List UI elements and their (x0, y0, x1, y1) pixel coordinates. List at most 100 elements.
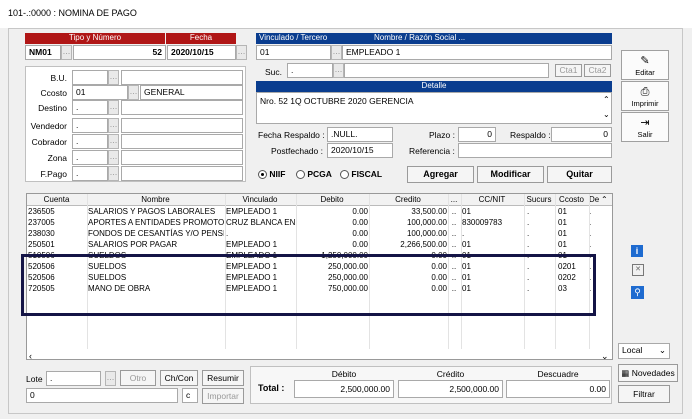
cell-ccosto[interactable]: 01 (558, 217, 588, 228)
cell-vinculado[interactable]: EMPLEADO 1 (226, 250, 295, 261)
zona-lookup-button[interactable]: … (108, 150, 119, 165)
col-dots[interactable]: ... (448, 194, 460, 205)
cell-cuenta[interactable]: 250501 (28, 239, 86, 250)
cell-ccnit[interactable]: . (462, 228, 523, 239)
table-row[interactable]: 236505 SALARIOS Y PAGOS LABORALES EMPLEADO… (27, 206, 599, 217)
cell-debito[interactable]: 0.00 (296, 239, 368, 250)
cell-credito[interactable]: 100,000.00 (369, 228, 447, 239)
cell-dots[interactable]: .. (448, 283, 460, 294)
cell-credito[interactable]: 0.00 (369, 261, 447, 272)
editar-button[interactable]: ✎ Editar (621, 50, 669, 80)
scroll-down-icon[interactable]: ⌄ (603, 110, 610, 119)
vinculado-field[interactable]: 01 (256, 45, 331, 60)
cell-de[interactable]: . (589, 261, 599, 272)
cell-ccosto[interactable]: 01 (558, 250, 588, 261)
table-row[interactable]: 720505 MANO DE OBRA EMPLEADO 1 750,000.00 0.… (27, 283, 599, 294)
close-box-icon[interactable]: ✕ (632, 264, 644, 276)
cell-credito[interactable]: 0.00 (369, 250, 447, 261)
lote-field[interactable]: . (46, 371, 101, 386)
cell-ccosto[interactable]: 01 (558, 228, 588, 239)
cell-de[interactable]: . (589, 272, 599, 283)
cell-vinculado[interactable]: EMPLEADO 1 (226, 283, 295, 294)
table-row[interactable]: 250501 SALARIOS POR PAGAR EMPLEADO 1 0.00 2,… (27, 239, 599, 250)
cell-nombre[interactable]: SALARIOS Y PAGOS LABORALES (88, 206, 224, 217)
nombre-field[interactable]: EMPLEADO 1 (342, 45, 612, 60)
salir-button[interactable]: ⇥ Salir (621, 112, 669, 142)
cell-vinculado[interactable]: CRUZ BLANCA EN (226, 217, 295, 228)
col-ccnit[interactable]: CC/NIT (461, 194, 523, 205)
cell-nombre[interactable]: SUELDOS (88, 250, 224, 261)
cell-debito[interactable]: 0.00 (296, 217, 368, 228)
modificar-button[interactable]: Modificar (477, 166, 544, 183)
cell-ccnit[interactable]: 01 (462, 239, 523, 250)
cell-sucurs[interactable]: . (527, 283, 554, 294)
tipo-field[interactable]: NM01 (25, 45, 61, 60)
cell-credito[interactable]: 100,000.00 (369, 217, 447, 228)
cell-cuenta[interactable]: 520506 (28, 261, 86, 272)
cell-debito[interactable]: 0.00 (296, 228, 368, 239)
cobrador-field[interactable]: . (72, 134, 108, 149)
zona-field[interactable]: . (72, 150, 108, 165)
col-sucurs[interactable]: Sucurs (524, 194, 554, 205)
cell-ccnit[interactable]: 01 (462, 283, 523, 294)
cell-de[interactable]: . (589, 217, 599, 228)
cell-debito[interactable]: 0.00 (296, 206, 368, 217)
c-field[interactable]: c (182, 388, 198, 403)
cell-credito[interactable]: 33,500.00 (369, 206, 447, 217)
cell-sucurs[interactable]: . (527, 217, 554, 228)
cell-nombre[interactable]: APORTES A ENTIDADES PROMOTO (88, 217, 224, 228)
fecha-picker-button[interactable]: … (236, 45, 247, 60)
suc-lookup-button[interactable]: … (333, 63, 344, 78)
table-row[interactable]: 238030 FONDOS DE CESANTÍAS Y/O PENSI. 0.00… (27, 228, 599, 239)
col-debito[interactable]: Debito (296, 194, 368, 205)
grid-scroll-left-icon[interactable]: ‹ (29, 351, 32, 359)
pcga-radio[interactable]: PCGA (296, 169, 332, 180)
fiscal-radio[interactable]: FISCAL (340, 169, 382, 180)
fpago-field[interactable]: . (72, 166, 108, 181)
cell-cuenta[interactable]: 236505 (28, 206, 86, 217)
vendedor-lookup-button[interactable]: … (108, 118, 119, 133)
cell-nombre[interactable]: SUELDOS (88, 272, 224, 283)
otro-button[interactable]: Otro (120, 370, 156, 386)
table-row[interactable]: 237005 APORTES A ENTIDADES PROMOTO CRUZ BL… (27, 217, 599, 228)
cell-sucurs[interactable]: . (527, 239, 554, 250)
cell-cuenta[interactable]: 720505 (28, 283, 86, 294)
lote-lookup-button[interactable]: … (105, 371, 116, 386)
col-credito[interactable]: Credito (369, 194, 447, 205)
grid-scroll-up-icon[interactable]: ⌃ (601, 194, 611, 205)
scroll-up-icon[interactable]: ⌃ (603, 95, 610, 104)
cobrador-lookup-button[interactable]: … (108, 134, 119, 149)
cell-sucurs[interactable]: . (527, 206, 554, 217)
grid-scroll-down-icon[interactable]: ⌄ (601, 351, 609, 359)
vinculado-lookup-button[interactable]: … (331, 45, 342, 60)
cell-ccosto[interactable]: 01 (558, 239, 588, 250)
quitar-button[interactable]: Quitar (547, 166, 612, 183)
local-select[interactable]: Local ⌄ (618, 343, 670, 359)
cell-vinculado[interactable]: . (226, 228, 295, 239)
cell-dots[interactable]: .. (448, 272, 460, 283)
cell-dots[interactable]: .. (448, 261, 460, 272)
cell-dots[interactable]: .. (448, 217, 460, 228)
detalle-textarea[interactable]: Nro. 52 1Q OCTUBRE 2020 GERENCIA (256, 92, 612, 124)
filtrar-button[interactable]: Filtrar (618, 385, 670, 403)
resumir-button[interactable]: Resumir (202, 370, 244, 386)
col-ccosto[interactable]: Ccosto (555, 194, 588, 205)
fpago-lookup-button[interactable]: … (108, 166, 119, 181)
cell-debito[interactable]: 250,000.00 (296, 261, 368, 272)
search-icon[interactable]: ⚲ (631, 286, 644, 299)
cell-de[interactable]: . (589, 206, 599, 217)
cell-nombre[interactable]: FONDOS DE CESANTÍAS Y/O PENSI (88, 228, 224, 239)
table-row[interactable]: 510506 SUELDOS EMPLEADO 1 1,250,000.00 0.00.… (27, 250, 599, 261)
cell-dots[interactable]: .. (448, 206, 460, 217)
respaldo-field[interactable]: 0 (551, 127, 612, 142)
cell-vinculado[interactable]: EMPLEADO 1 (226, 239, 295, 250)
cell-de[interactable]: . (589, 228, 599, 239)
cell-ccosto[interactable]: 0201 (558, 261, 588, 272)
table-row[interactable]: 520506 SUELDOS EMPLEADO 1 250,000.00 0.00.. 0… (27, 261, 599, 272)
cell-cuenta[interactable]: 520506 (28, 272, 86, 283)
cell-ccosto[interactable]: 03 (558, 283, 588, 294)
cell-de[interactable]: . (589, 239, 599, 250)
cell-dots[interactable]: .. (448, 239, 460, 250)
cell-de[interactable]: . (589, 283, 599, 294)
cell-nombre[interactable]: SALARIOS POR PAGAR (88, 239, 224, 250)
